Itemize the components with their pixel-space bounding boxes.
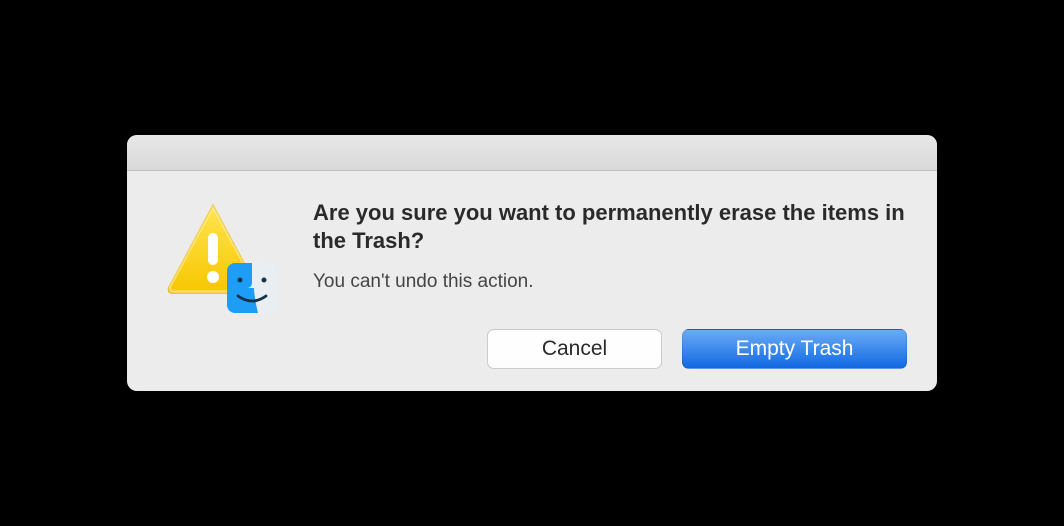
dialog-titlebar <box>127 135 937 171</box>
empty-trash-button[interactable]: Empty Trash <box>682 329 907 369</box>
finder-icon <box>226 262 278 314</box>
cancel-button[interactable]: Cancel <box>487 329 662 369</box>
dialog-content: Are you sure you want to permanently era… <box>127 171 937 391</box>
alert-message: You can't undo this action. <box>313 270 907 295</box>
icon-column <box>163 199 283 369</box>
alert-title: Are you sure you want to permanently era… <box>313 199 907 254</box>
alert-icon-group <box>163 199 273 309</box>
button-row: Cancel Empty Trash <box>313 329 907 369</box>
alert-dialog: Are you sure you want to permanently era… <box>127 135 937 391</box>
text-column: Are you sure you want to permanently era… <box>313 199 907 369</box>
